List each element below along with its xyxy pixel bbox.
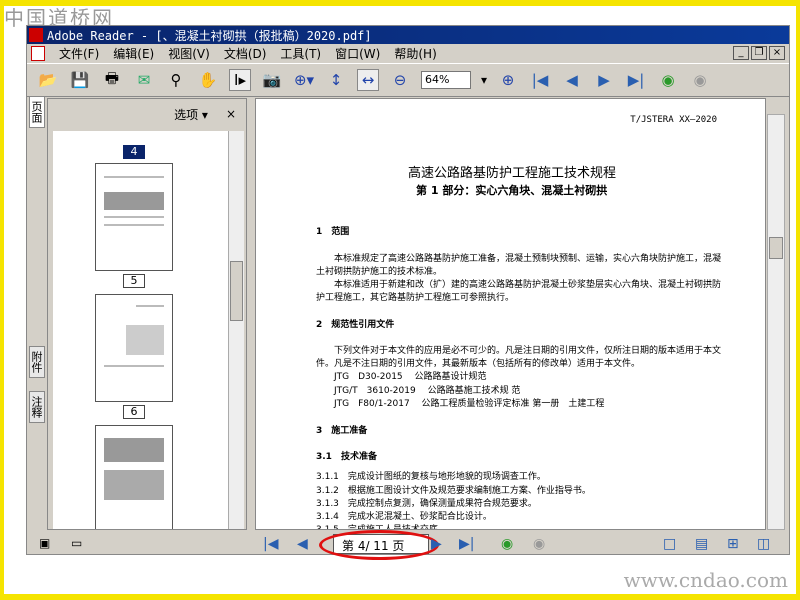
- doc-title: 高速公路路基防护工程施工技术规程: [408, 166, 617, 181]
- go-forward-button[interactable]: ◉: [533, 536, 545, 552]
- page-thumbnail-6[interactable]: [95, 294, 173, 402]
- go-back-icon[interactable]: ◉: [657, 69, 679, 91]
- doc-line: 土衬砌拱防护施工的技术标准。: [316, 267, 443, 277]
- open-icon[interactable]: 📂: [37, 69, 59, 91]
- menu-file[interactable]: 文件(F): [59, 45, 99, 62]
- pdf-doc-icon[interactable]: [31, 46, 45, 61]
- close-doc-button[interactable]: ×: [769, 46, 785, 60]
- minimize-doc-button[interactable]: _: [733, 46, 749, 60]
- menu-bar: 文件(F) 编辑(E) 视图(V) 文档(D) 工具(T) 窗口(W) 帮助(H…: [27, 44, 789, 63]
- zoom-level-select[interactable]: 64%: [421, 71, 471, 89]
- collapse-panel-icon[interactable]: ▭: [71, 536, 82, 550]
- status-bar: ▣ ▭ |◀ ◀ 第 4/ 11 页 ▶ ▶| ◉ ◉ □ ▤ ⊞ ◫: [27, 530, 789, 560]
- prev-page-icon[interactable]: ◀: [561, 69, 583, 91]
- menu-view[interactable]: 视图(V): [168, 45, 210, 62]
- menu-window[interactable]: 窗口(W): [335, 45, 380, 62]
- tab-pages[interactable]: 页面: [29, 96, 45, 128]
- go-back-button[interactable]: ◉: [501, 536, 513, 552]
- menu-edit[interactable]: 编辑(E): [113, 45, 154, 62]
- title-bar: Adobe Reader - [、混凝土衬砌拱（报批稿）2020.pdf]: [27, 26, 789, 44]
- continuous-icon[interactable]: ▤: [695, 536, 708, 552]
- save-icon[interactable]: 💾: [69, 69, 91, 91]
- doc-line: JTG D30-2015 公路路基设计规范: [316, 372, 487, 382]
- doc-line: 本标准适用于新建和改（扩）建的高速公路路基防护混凝土砂浆垫层实心六角块、混凝土衬…: [316, 280, 722, 290]
- menu-help[interactable]: 帮助(H): [394, 45, 436, 62]
- go-forward-icon[interactable]: ◉: [689, 69, 711, 91]
- doc-line: 本标准规定了高速公路路基防护施工准备，混凝土预制块预制、运输，实心六角块防护施工…: [316, 254, 722, 264]
- facing-icon[interactable]: ⊞: [727, 536, 739, 552]
- continuous-facing-icon[interactable]: ◫: [757, 536, 770, 552]
- tab-attachments[interactable]: 附件: [29, 346, 45, 378]
- email-icon[interactable]: ✉: [133, 69, 155, 91]
- zoom-dropdown-icon[interactable]: ▾: [481, 73, 487, 87]
- last-page-button[interactable]: ▶|: [459, 536, 474, 552]
- print-icon[interactable]: 🖶: [101, 69, 123, 91]
- navigation-tabs: 页面 附件 注释: [27, 96, 47, 536]
- first-page-icon[interactable]: |◀: [529, 69, 551, 91]
- doc-line: 3.1 技术准备: [316, 452, 377, 462]
- watermark-url: www.cndao.com: [623, 568, 788, 592]
- window-title: Adobe Reader - [、混凝土衬砌拱（报批稿）2020.pdf]: [47, 28, 372, 43]
- fit-page-icon[interactable]: ↕: [325, 69, 347, 91]
- restore-doc-button[interactable]: ❐: [751, 46, 767, 60]
- close-panel-icon[interactable]: ×: [226, 107, 236, 121]
- doc-line: 3.1.1 完成设计图纸的复核与地形地貌的现场调查工作。: [316, 472, 546, 482]
- page-label-5[interactable]: 5: [123, 274, 145, 288]
- doc-header: T/JSTERA XX—2020: [630, 115, 717, 125]
- zoom-in-tool-icon[interactable]: ⊕▾: [293, 69, 315, 91]
- doc-line: 3 施工准备: [316, 426, 368, 436]
- page-label-4[interactable]: 4: [123, 145, 145, 159]
- single-page-icon[interactable]: □: [663, 536, 676, 552]
- doc-line: 护工程施工，其它路基防护工程施工可参照执行。: [316, 293, 515, 303]
- pages-panel: 选项 ▾ × 4 5 6: [47, 98, 247, 530]
- hand-tool-icon[interactable]: ✋: [197, 69, 219, 91]
- options-menu[interactable]: 选项 ▾: [174, 106, 208, 123]
- page-thumbnail-7[interactable]: [95, 425, 173, 529]
- doc-line: 件。凡是不注日期的引用文件，其最新版本（包括所有的修改单）适用于本文件。: [316, 359, 641, 369]
- page-thumbnail-5[interactable]: [95, 163, 173, 271]
- first-page-button[interactable]: |◀: [263, 536, 278, 552]
- doc-line: 3.1.4 完成水泥混凝土、砂浆配合比设计。: [316, 512, 492, 522]
- doc-line: 下列文件对于本文件的应用是必不可少的。凡是注日期的引用文件，仅所注日期的版本适用…: [316, 346, 722, 356]
- zoom-out-icon[interactable]: ⊖: [389, 69, 411, 91]
- reader-window: Adobe Reader - [、混凝土衬砌拱（报批稿）2020.pdf] 文件…: [26, 25, 790, 560]
- doc-line: JTG/T 3610-2019 公路路基施工技术规 范: [316, 386, 521, 396]
- adobe-logo-icon: [29, 28, 43, 42]
- thumbnail-list: 4 5 6: [53, 131, 229, 529]
- doc-line: 3.1.2 根据施工图设计文件及规范要求编制施工方案、作业指导书。: [316, 486, 591, 496]
- zoom-in-icon[interactable]: ⊕: [497, 69, 519, 91]
- menu-document[interactable]: 文档(D): [224, 45, 267, 62]
- panel-toggle-icon[interactable]: ▣: [39, 536, 50, 550]
- toolbar: 📂 💾 🖶 ✉ ⚲ ✋ I▸ 📷 ⊕▾ ↕ ↔ ⊖ 64% ▾ ⊕ |◀ ◀ ▶…: [27, 63, 789, 97]
- tab-comments[interactable]: 注释: [29, 391, 45, 423]
- doc-line: 3.1.5 完成施工人员技术交底。: [316, 525, 447, 530]
- doc-line: 2 规范性引用文件: [316, 320, 395, 330]
- next-page-button[interactable]: ▶: [431, 536, 442, 552]
- last-page-icon[interactable]: ▶|: [625, 69, 647, 91]
- doc-line: JTG F80/1-2017 公路工程质量检验评定标准 第一册 土建工程: [316, 399, 605, 409]
- page-label-6[interactable]: 6: [123, 405, 145, 419]
- prev-page-button[interactable]: ◀: [297, 536, 308, 552]
- doc-subtitle: 第 1 部分：实心六角块、混凝土衬砌拱: [416, 184, 608, 197]
- document-scrollbar[interactable]: [767, 114, 785, 530]
- fit-width-icon[interactable]: ↔: [357, 69, 379, 91]
- doc-line: 1 范围: [316, 227, 350, 237]
- search-binoculars-icon[interactable]: ⚲: [165, 69, 187, 91]
- document-page: T/JSTERA XX—2020 高速公路路基防护工程施工技术规程 第 1 部分…: [255, 98, 766, 530]
- panel-scrollbar[interactable]: [228, 131, 244, 529]
- select-text-tool-icon[interactable]: I▸: [229, 69, 251, 91]
- menu-tools[interactable]: 工具(T): [280, 45, 321, 62]
- next-page-icon[interactable]: ▶: [593, 69, 615, 91]
- highlight-circle: [319, 530, 439, 560]
- snapshot-tool-icon[interactable]: 📷: [261, 69, 283, 91]
- doc-line: 3.1.3 完成控制点复测，确保测量成果符合规范要求。: [316, 499, 537, 509]
